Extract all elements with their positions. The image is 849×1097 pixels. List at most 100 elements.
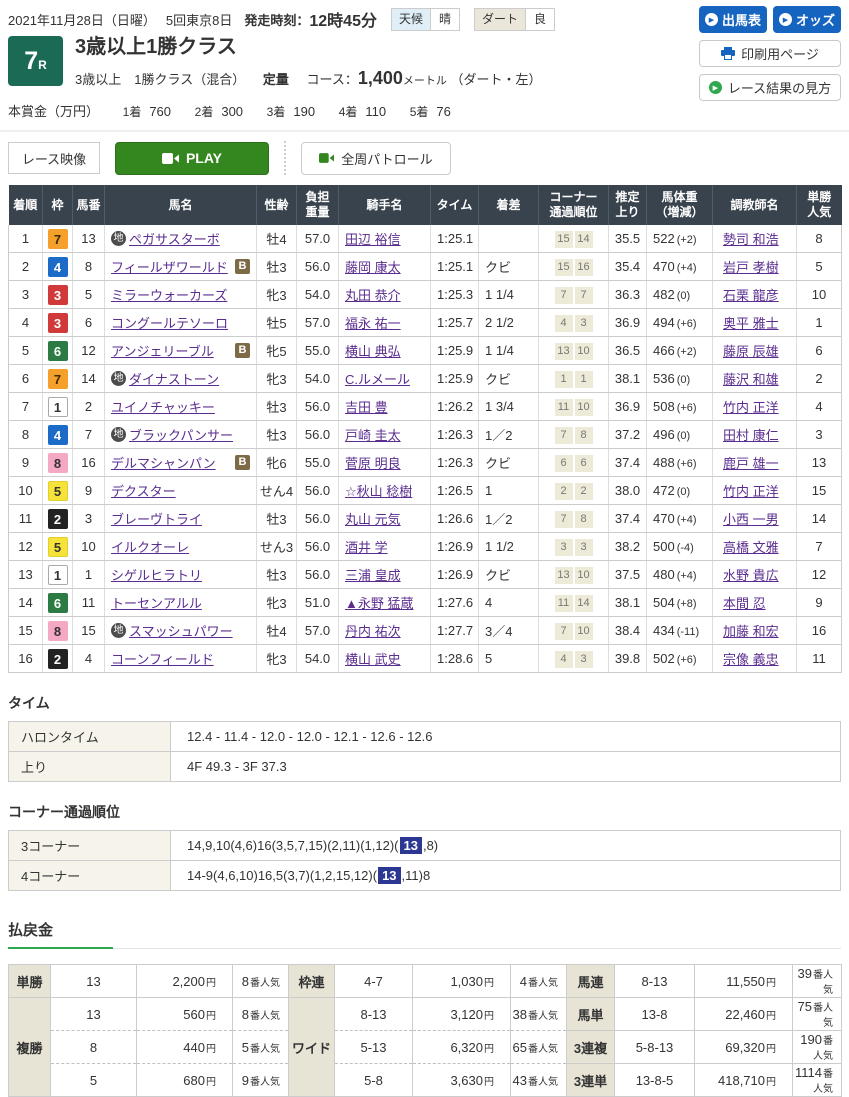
horse-name-link[interactable]: ブレーヴトライ [111, 509, 202, 528]
jockey-link[interactable]: 丹内 祐次 [345, 624, 401, 639]
horse-name-link[interactable]: コーンフィールド [111, 649, 214, 668]
trainer-link[interactable]: 水野 貴広 [723, 568, 779, 583]
trainer-cell: 高橋 文雅 [713, 533, 797, 561]
jockey-link[interactable]: ▲永野 猛蔵 [345, 596, 413, 611]
page-actions: ▶ 出馬表 ▶ オッズ 印刷用ページ ▶ レース結果の見方 [699, 6, 841, 101]
margin: 5 [479, 645, 539, 673]
trainer-link[interactable]: 勢司 和浩 [723, 232, 779, 247]
horse-weight-diff: (+6) [677, 318, 697, 330]
jockey-link[interactable]: C.ルメール [345, 372, 410, 387]
jockey-link[interactable]: ☆秋山 稔樹 [345, 484, 412, 499]
trainer-link[interactable]: 藤原 辰雄 [723, 344, 779, 359]
frame-badge: 7 [48, 229, 68, 249]
result-guide-button[interactable]: ▶ レース結果の見方 [699, 74, 841, 101]
trainer-link[interactable]: 鹿戸 雄一 [723, 456, 779, 471]
horse-weight-cell: 496(0) [647, 421, 713, 449]
patrol-video-button[interactable]: 全周パトロール [301, 142, 451, 175]
horse-weight-diff: (+6) [677, 458, 697, 470]
trainer-link[interactable]: 石栗 龍彦 [723, 288, 779, 303]
frame-badge: 4 [48, 257, 68, 277]
yen-unit: 円 [766, 1077, 776, 1088]
jockey-link[interactable]: 田辺 裕信 [345, 232, 401, 247]
yen-unit: 円 [766, 1044, 776, 1055]
trainer-link[interactable]: 田村 康仁 [723, 428, 779, 443]
result-row: 12510イルクオーレせん356.0酒井 学1:26.91 1/23338.25… [9, 533, 842, 561]
trainer-link[interactable]: 奥平 雅士 [723, 316, 779, 331]
play-button[interactable]: PLAY [115, 142, 269, 175]
horse-number: 13 [73, 225, 105, 253]
horse-weight-cell: 488(+6) [647, 449, 713, 477]
horse-name-link[interactable]: スマッシュパワー [129, 621, 233, 640]
trainer-link[interactable]: 小西 一男 [723, 512, 779, 527]
jockey-link[interactable]: 酒井 学 [345, 540, 388, 555]
print-page-button[interactable]: 印刷用ページ [699, 40, 841, 67]
trainer-link[interactable]: 藤沢 和雄 [723, 372, 779, 387]
finish-time: 1:26.3 [431, 449, 479, 477]
sex-age: 牝6 [257, 449, 297, 477]
column-header: 単勝 人気 [797, 185, 842, 225]
race-title: 3歳以上1勝クラス [75, 36, 542, 59]
horse-name-link[interactable]: デクスター [111, 481, 176, 500]
payout-combination: 8 [51, 1031, 137, 1064]
payout-popularity: 38番人気 [511, 998, 567, 1031]
horse-name-link[interactable]: シゲルヒラトリ [111, 565, 202, 584]
racecard-button[interactable]: ▶ 出馬表 [699, 6, 767, 33]
start-time-label: 発走時刻： [244, 10, 309, 29]
horse-name-link[interactable]: デルマシャンパン [111, 453, 216, 472]
course-label: コース： [306, 72, 357, 87]
jockey-link[interactable]: 横山 武史 [345, 652, 401, 667]
impost: 57.0 [297, 225, 339, 253]
horse-name-link[interactable]: フィールザワールド [111, 257, 228, 276]
horse-number: 1 [73, 561, 105, 589]
jockey-link[interactable]: 菅原 明良 [345, 456, 401, 471]
trainer-link[interactable]: 竹内 正洋 [723, 400, 779, 415]
odds-button[interactable]: ▶ オッズ [773, 6, 841, 33]
corner-positions-cell: 78 [539, 505, 609, 533]
finish-position: 6 [9, 365, 43, 393]
horse-weight-diff: (0) [677, 374, 690, 386]
payout-row: 単勝132,200円8番人気枠連4-71,030円4番人気馬連8-1311,55… [9, 965, 842, 998]
payout-amount: 69,320円 [695, 1031, 793, 1064]
horse-name-link[interactable]: コングールテソーロ [111, 313, 228, 332]
trainer-link[interactable]: 高橋 文雅 [723, 540, 779, 555]
jockey-link[interactable]: 丸田 恭介 [345, 288, 401, 303]
trainer-link[interactable]: 本間 忍 [723, 596, 766, 611]
horse-name-link[interactable]: イルクオーレ [111, 537, 189, 556]
trainer-link[interactable]: 竹内 正洋 [723, 484, 779, 499]
corner3-order: 14,9,10(4,6)16(3,5,7,15)(2,11)(1,12)(13,… [171, 831, 841, 861]
popularity-value: 75 [798, 999, 812, 1014]
jockey-link[interactable]: 三浦 皇成 [345, 568, 401, 583]
corner-positions-cell: 1310 [539, 337, 609, 365]
corner-position: 10 [575, 343, 593, 360]
horse-weight-diff: (+6) [677, 402, 697, 414]
video-camera-icon [319, 153, 334, 163]
jockey-link[interactable]: 福永 祐一 [345, 316, 401, 331]
trainer-cell: 竹内 正洋 [713, 393, 797, 421]
frame-badge: 2 [48, 649, 68, 669]
horse-name-link[interactable]: ペガサスターボ [129, 229, 220, 248]
corner-order-text: ,8) [423, 838, 438, 853]
result-row: 436コングールテソーロ牡557.0福永 祐一1:25.72 1/24336.9… [9, 309, 842, 337]
horse-weight-cell: 536(0) [647, 365, 713, 393]
jockey-link[interactable]: 戸崎 圭太 [345, 428, 401, 443]
trainer-link[interactable]: 宗像 義忠 [723, 652, 779, 667]
jockey-link[interactable]: 藤岡 康太 [345, 260, 401, 275]
jockey-link[interactable]: 吉田 豊 [345, 400, 388, 415]
horse-name-link[interactable]: ユイノチャッキー [111, 397, 215, 416]
jockey-link[interactable]: 丸山 元気 [345, 512, 401, 527]
horse-name-link[interactable]: アンジェリーブル [111, 341, 214, 360]
video-bar: レース映像 PLAY 全周パトロール [0, 132, 849, 175]
payout-combination: 5-13 [335, 1031, 413, 1064]
horse-name-link[interactable]: ブラックパンサー [129, 425, 233, 444]
trainer-link[interactable]: 加藤 和宏 [723, 624, 779, 639]
jockey-link[interactable]: 横山 典弘 [345, 344, 401, 359]
corner-position: 16 [575, 259, 593, 276]
horse-name-link[interactable]: ミラーウォーカーズ [111, 285, 227, 304]
corner-section-heading: コーナー通過順位 [8, 802, 841, 822]
horse-name-link[interactable]: ダイナストーン [129, 369, 219, 388]
sex-age: せん3 [257, 533, 297, 561]
frame-badge: 1 [48, 565, 68, 585]
finish-position: 13 [9, 561, 43, 589]
horse-name-link[interactable]: トーセンアルル [111, 593, 202, 612]
trainer-link[interactable]: 岩戸 孝樹 [723, 260, 779, 275]
